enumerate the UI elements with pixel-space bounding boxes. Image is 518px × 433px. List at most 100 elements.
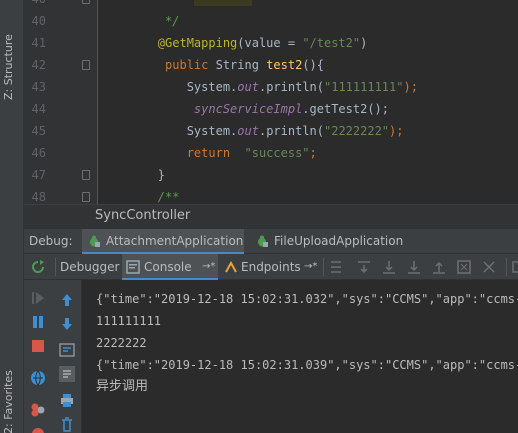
evaluate-expression-icon[interactable]: [511, 259, 518, 275]
toolbar-separator: [506, 258, 507, 276]
code-line: 42 public String test2(){: [24, 54, 518, 76]
code-token: return: [186, 146, 245, 160]
code-line: 40 */: [24, 10, 518, 32]
code-line: 40: [24, 0, 518, 10]
code-token: /**: [157, 190, 180, 204]
settings-icon[interactable]: [30, 426, 46, 433]
code-text: public String test2(){: [100, 54, 324, 76]
code-token: "111111111": [324, 80, 404, 94]
step-over-icon[interactable]: [356, 259, 372, 275]
favorites-tab[interactable]: 2: Favorites: [2, 370, 15, 433]
code-text: System.out.println("2222222");: [100, 120, 404, 142]
debug-bug-icon: [90, 235, 100, 247]
console-line: 111111111: [96, 314, 162, 328]
soft-wrap-icon[interactable]: [59, 342, 75, 358]
tab-attachment-application[interactable]: AttachmentApplication: [82, 229, 244, 254]
line-number: 43: [31, 80, 46, 94]
code-line: 46 return "success";: [24, 142, 518, 164]
debug-sub-toolbar: Debugger Console →* Endpoints →*: [24, 254, 518, 280]
step-out-icon[interactable]: [431, 259, 447, 275]
console-pin-icon[interactable]: →*: [202, 254, 215, 280]
code-token: public: [165, 58, 216, 72]
view-breakpoints-icon[interactable]: [30, 370, 46, 386]
code-token: "success": [244, 146, 310, 160]
tab-console[interactable]: Console →*: [122, 254, 218, 280]
debug-bug-icon: [258, 235, 268, 247]
code-editor[interactable]: 40 40 */41 @GetMapping(value = "/test2")…: [24, 0, 518, 204]
console-tab-label: Console: [144, 260, 192, 274]
code-token: (value =: [237, 36, 303, 50]
fold-marker-icon[interactable]: [82, 60, 90, 70]
code-token: out: [237, 80, 259, 94]
code-token: @GetMapping: [157, 36, 238, 50]
fold-marker-icon[interactable]: [82, 0, 90, 4]
line-number: 40: [31, 14, 46, 28]
scroll-to-end-icon[interactable]: [59, 366, 75, 382]
console-line: {"time":"2019-12-18 15:02:31.032","sys":…: [96, 292, 518, 306]
code-text: syncServiceImpl.getTest2();: [100, 98, 389, 120]
code-text: System.out.println("111111111");: [100, 76, 418, 98]
clear-all-icon[interactable]: [59, 416, 75, 432]
code-token: System.: [100, 80, 238, 94]
print-icon[interactable]: [59, 392, 75, 408]
line-number: 41: [31, 36, 46, 50]
console-line: {"time":"2019-12-18 15:02:31.039","sys":…: [96, 358, 518, 372]
arrow-up-icon[interactable]: [59, 292, 75, 308]
show-execution-point-icon[interactable]: [328, 259, 344, 275]
code-line: 47 }: [24, 164, 518, 186]
mute-breakpoints-icon[interactable]: [30, 402, 46, 418]
breadcrumb-class-name[interactable]: SyncController: [95, 208, 190, 223]
code-line: 45 System.out.println("2222222");: [24, 120, 518, 142]
code-text: @GetMapping(value = "/test2"): [100, 32, 368, 54]
debug-label: Debug:: [29, 234, 73, 248]
fold-marker-icon[interactable]: [82, 192, 90, 202]
resume-icon[interactable]: [30, 290, 46, 306]
arrow-down-icon[interactable]: [59, 316, 75, 332]
code-text: [100, 0, 252, 10]
code-line: 44 syncServiceImpl.getTest2();: [24, 98, 518, 120]
step-into-icon[interactable]: [381, 259, 397, 275]
tab-debugger[interactable]: Debugger: [60, 254, 122, 280]
code-token: test2: [266, 58, 303, 72]
console-icon: [126, 260, 140, 274]
force-step-into-icon[interactable]: [406, 259, 422, 275]
rerun-icon[interactable]: [30, 259, 46, 275]
tab-label: FileUploadApplication: [274, 234, 404, 248]
code-token: "/test2": [302, 36, 361, 50]
fold-marker-icon[interactable]: [82, 170, 90, 180]
code-text: }: [100, 164, 165, 186]
tab-file-upload-application[interactable]: FileUploadApplication: [250, 229, 410, 254]
console-line: 2222222: [96, 336, 147, 350]
endpoints-pin-icon[interactable]: →*: [304, 254, 317, 280]
code-token: [193, 0, 252, 6]
code-token: String: [215, 58, 267, 72]
code-token: (){: [302, 58, 324, 72]
line-number: 47: [31, 168, 46, 182]
console-output[interactable]: {"time":"2019-12-18 15:02:31.032","sys":…: [82, 280, 518, 433]
debug-actions-column: [24, 280, 53, 433]
code-text: /**: [100, 186, 180, 204]
drop-frame-icon[interactable]: [456, 259, 472, 275]
structure-tab[interactable]: Z: Structure: [2, 14, 15, 100]
line-number: 40: [24, 0, 46, 10]
line-number: 44: [31, 102, 46, 116]
tab-endpoints[interactable]: Endpoints →*: [220, 254, 320, 280]
code-token: .getTest2();: [302, 102, 389, 116]
run-to-cursor-icon[interactable]: [481, 259, 497, 275]
code-line: 43 System.out.println("111111111");: [24, 76, 518, 98]
code-line: 41 @GetMapping(value = "/test2"): [24, 32, 518, 54]
line-number: 45: [31, 124, 46, 138]
stop-icon[interactable]: [30, 338, 46, 354]
tab-label: AttachmentApplication: [106, 234, 244, 248]
line-number: 48: [31, 190, 46, 204]
code-token: );: [389, 124, 404, 138]
code-token: .println(: [258, 124, 324, 138]
pause-icon[interactable]: [30, 314, 46, 330]
